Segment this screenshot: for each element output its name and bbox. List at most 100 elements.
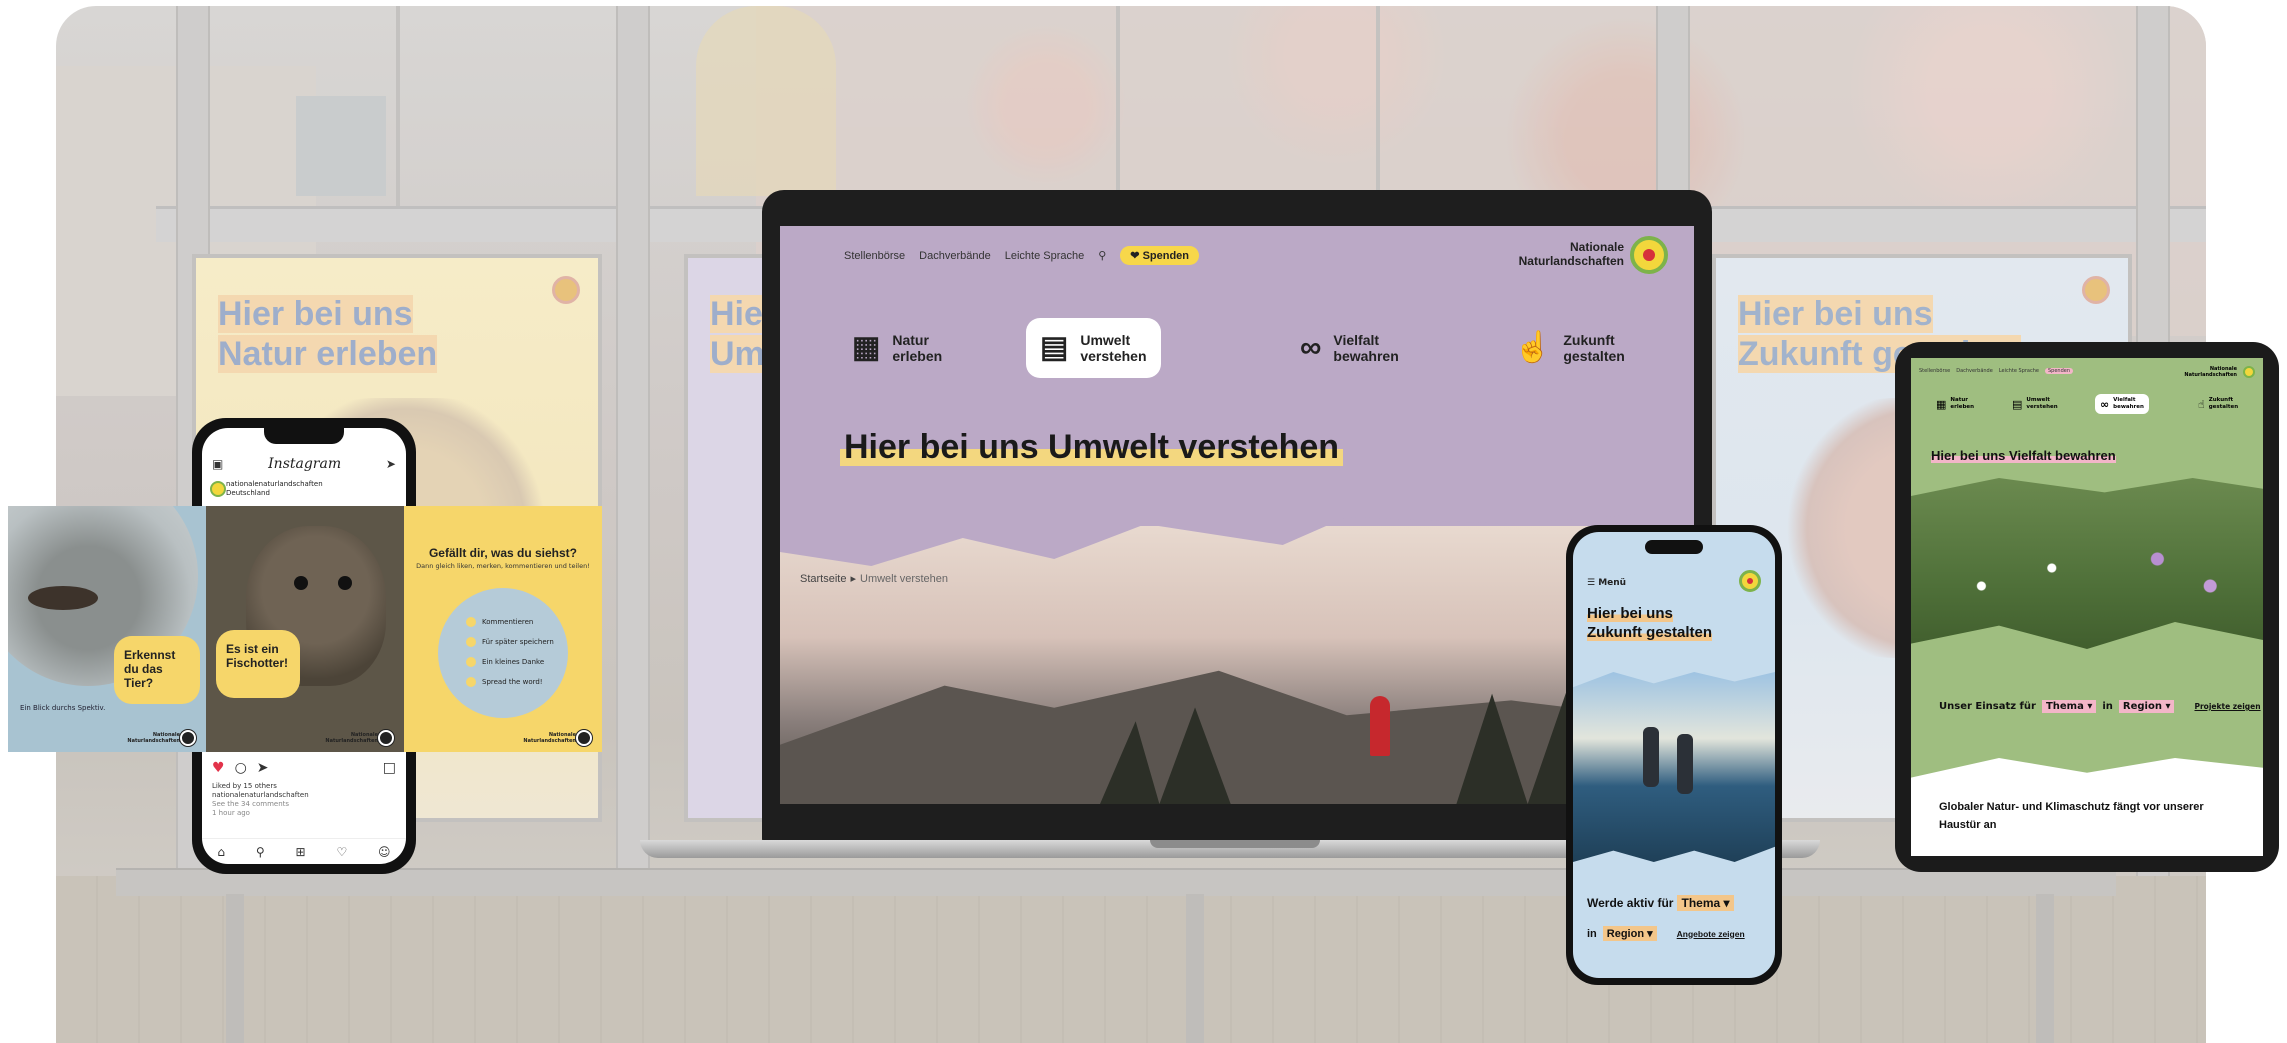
heart-outline-icon[interactable]: ♡ <box>336 845 347 859</box>
map-icon: ▦ <box>1936 397 1947 411</box>
mobile-filter-line1: Werde aktiv für Thema ▾ <box>1587 895 1734 911</box>
carousel-card-3: Gefällt dir, was du siehst? Dann gleich … <box>404 506 602 752</box>
post-meta: Liked by 15 others nationalenaturlandsch… <box>212 782 309 818</box>
share-icon[interactable]: ➤ <box>257 760 269 776</box>
post-account[interactable]: nationalenaturlandschaften Deutschland <box>210 480 323 498</box>
window-frame <box>396 6 400 206</box>
send-icon[interactable]: ➤ <box>386 457 396 471</box>
brand-line2: Naturlandschaften <box>2184 372 2237 378</box>
hero-image <box>780 526 1694 804</box>
nav-link-dachverbaende[interactable]: Dachverbände <box>919 250 991 262</box>
tile-umwelt-verstehen[interactable]: ▤ Umwelt verstehen <box>2007 394 2063 414</box>
poster-title-line1: Hier bei uns <box>1738 295 1933 333</box>
instagram-logo: Instagram <box>268 456 342 472</box>
carousel-card-1: Erkennst du das Tier? Ein Blick durchs S… <box>8 506 206 752</box>
comments-link[interactable]: See the 34 comments <box>212 800 309 809</box>
tile-label-1: Natur <box>892 332 929 348</box>
mobile-screen: ☰ Menü Hier bei uns Zukunft gestalten We… <box>1573 532 1775 978</box>
instagram-header: ▣ Instagram ➤ <box>202 452 406 476</box>
chevron-down-icon: ▾ <box>1723 896 1730 910</box>
tile-label-2: erleben <box>1950 404 1975 410</box>
otter-eye <box>338 576 352 590</box>
card-question: Gefällt dir, was du siehst? <box>428 546 578 560</box>
brand-logo[interactable] <box>1739 570 1761 592</box>
tile-vielfalt-bewahren[interactable]: ∞ Vielfalt bewahren <box>1286 318 1413 378</box>
thema-dropdown[interactable]: Thema ▾ <box>2041 700 2097 713</box>
caption-account[interactable]: nationalenaturlandschaften <box>212 791 309 800</box>
region-label: Region <box>1606 928 1645 940</box>
poster-title-line2: Natur erleben <box>218 335 438 373</box>
liked-by[interactable]: Liked by 15 others <box>212 782 309 791</box>
tile-label-1: Natur <box>1950 397 1968 403</box>
tile-natur-erleben[interactable]: ▦ Natur erleben <box>1931 394 1979 414</box>
card-list: Kommentieren Für später speichern Ein kl… <box>466 612 554 692</box>
card-logo: Nationale Naturlandschaften <box>523 730 592 746</box>
add-post-icon[interactable]: ⊞ <box>296 845 306 859</box>
category-tiles: ▦ Natur erleben ▤ Umwelt verstehen ∞ Vielf… <box>838 318 1638 378</box>
list-item-label: Für später speichern <box>482 638 554 646</box>
binoculars-icon: ∞ <box>2100 397 2110 411</box>
breadcrumb-home[interactable]: Startseite <box>800 573 846 585</box>
region-dropdown[interactable]: Region ▾ <box>2118 700 2175 713</box>
dynamic-island <box>1645 540 1703 554</box>
home-icon[interactable]: ⌂ <box>217 845 225 859</box>
profile-icon[interactable]: ☺ <box>378 845 391 859</box>
brand-name[interactable]: Nationale Naturlandschaften <box>1519 240 1624 268</box>
tile-label-2: erleben <box>892 348 943 364</box>
brand-logo[interactable] <box>1630 236 1668 274</box>
tile-natur-erleben[interactable]: ▦ Natur erleben <box>838 318 956 378</box>
tablet-top-nav: Stellenbörse Dachverbände Leichte Sprach… <box>1919 368 2073 374</box>
heart-icon[interactable]: ♥ <box>212 760 225 776</box>
thumbs-up-icon: ☝ <box>1514 331 1552 364</box>
comment-icon[interactable]: ○ <box>235 760 247 776</box>
instagram-carousel[interactable]: Erkennst du das Tier? Ein Blick durchs S… <box>8 506 602 752</box>
page-title: Hier bei uns Umwelt verstehen <box>840 428 1344 467</box>
card-logo-line2: Naturlandschaften <box>523 738 576 744</box>
carousel-card-2: Es ist ein Fischotter! Nationale Naturlan… <box>206 506 404 752</box>
nav-link-leichte-sprache[interactable]: Leichte Sprache <box>1005 250 1085 262</box>
window-frame <box>1116 6 1120 206</box>
nav-link-stellenboerse[interactable]: Stellenbörse <box>1919 368 1950 374</box>
region-label: Region <box>2122 701 2162 712</box>
tile-umwelt-verstehen[interactable]: ▤ Umwelt verstehen <box>1026 318 1161 378</box>
instagram-tab-bar: ⌂ ⚲ ⊞ ♡ ☺ <box>202 838 406 864</box>
poster-title-line2: Um <box>710 335 765 373</box>
spenden-button[interactable]: ❤ Spenden <box>1120 246 1200 265</box>
tile-label-2: gestalten <box>1563 348 1625 364</box>
list-item: Für später speichern <box>466 632 554 652</box>
category-tiles: ▦ Natur erleben ▤ Umwelt verstehen ∞ Vielfalt… <box>1931 394 2251 418</box>
filter-prefix: Unser Einsatz für <box>1939 701 2036 712</box>
mobile-title-line2: Zukunft gestalten <box>1587 624 1713 641</box>
tile-vielfalt-bewahren[interactable]: ∞ Vielfalt bewahren <box>2095 394 2149 414</box>
spenden-button[interactable]: Spenden <box>2044 368 2073 374</box>
post-time: 1 hour ago <box>212 809 250 817</box>
breadcrumb: Startseite ▸ Umwelt verstehen <box>800 572 948 585</box>
nav-link-dachverbaende[interactable]: Dachverbände <box>1956 368 1993 374</box>
search-icon[interactable]: ⚲ <box>1098 249 1106 262</box>
tile-label-2: bewahren <box>2113 404 2144 410</box>
nav-link-stellenboerse[interactable]: Stellenbörse <box>844 250 905 262</box>
projekte-zeigen-link[interactable]: Projekte zeigen <box>2194 702 2260 711</box>
hamburger-icon: ☰ <box>1587 578 1596 588</box>
bench-leg <box>1186 894 1204 1043</box>
tile-zukunft-gestalten[interactable]: ☝ Zukunft gestalten <box>2193 394 2243 414</box>
thema-dropdown[interactable]: Thema ▾ <box>1677 895 1734 911</box>
menu-button[interactable]: ☰ Menü <box>1587 578 1626 588</box>
chevron-down-icon: ▾ <box>2087 701 2093 712</box>
nav-link-leichte-sprache[interactable]: Leichte Sprache <box>1999 368 2039 374</box>
list-item: Ein kleines Danke <box>466 652 554 672</box>
pavement <box>56 876 2206 1043</box>
camera-icon[interactable]: ▣ <box>212 457 223 471</box>
search-icon[interactable]: ⚲ <box>256 845 265 859</box>
bookmark-icon[interactable]: □ <box>383 760 396 776</box>
tile-label-1: Umwelt <box>1080 332 1131 348</box>
brand-name[interactable]: Nationale Naturlandschaften <box>2184 366 2237 378</box>
bookmark-icon <box>466 637 476 647</box>
send-icon <box>466 677 476 687</box>
list-item-label: Ein kleines Danke <box>482 658 545 666</box>
tile-zukunft-gestalten[interactable]: ☝ Zukunft gestalten <box>1500 318 1639 378</box>
region-dropdown[interactable]: Region ▾ <box>1602 926 1657 941</box>
angebote-zeigen-link[interactable]: Angebote zeigen <box>1677 929 1745 939</box>
tile-label-1: Vielfalt <box>2113 397 2136 403</box>
brand-logo[interactable] <box>2243 366 2255 378</box>
